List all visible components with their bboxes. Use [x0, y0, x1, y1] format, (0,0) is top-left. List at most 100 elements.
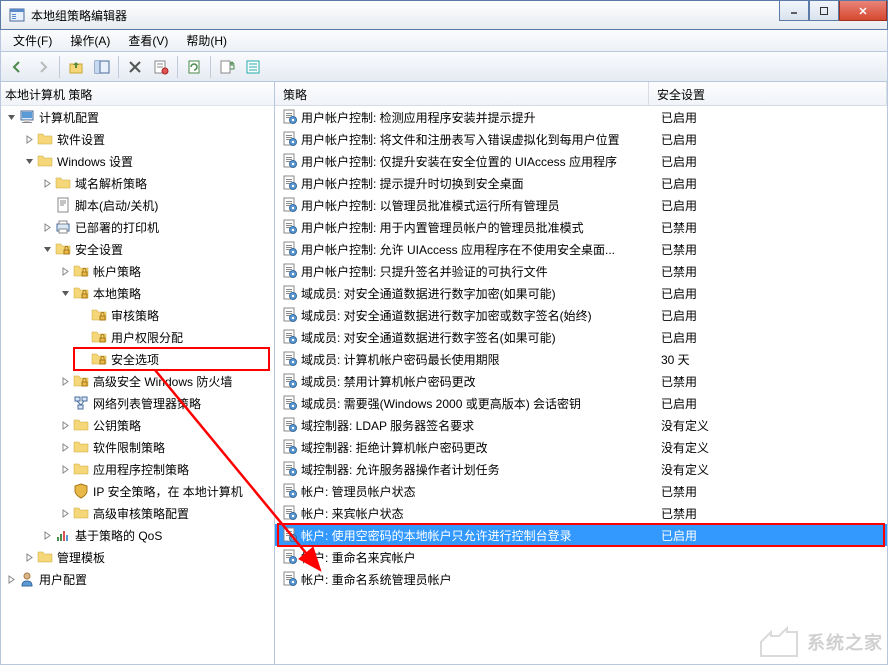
policy-row[interactable]: 用户帐户控制: 允许 UIAccess 应用程序在不使用安全桌面...已禁用 — [275, 238, 887, 260]
tree-firewall[interactable]: 高级安全 Windows 防火墙 — [1, 370, 274, 392]
expand-icon[interactable] — [59, 463, 71, 475]
back-button[interactable] — [5, 55, 29, 79]
menu-action[interactable]: 操作(A) — [62, 30, 118, 51]
tree-ip-security[interactable]: IP 安全策略，在 本地计算机 — [1, 480, 274, 502]
up-level-button[interactable] — [64, 55, 88, 79]
tree-root-header[interactable]: 本地计算机 策略 — [1, 84, 274, 106]
maximize-button[interactable] — [809, 1, 839, 21]
refresh-button[interactable] — [182, 55, 206, 79]
menu-file[interactable]: 文件(F) — [5, 30, 60, 51]
expand-icon[interactable] — [77, 353, 89, 365]
list-pane[interactable]: 策略 安全设置 用户帐户控制: 检测应用程序安装并提示提升已启用用户帐户控制: … — [275, 82, 887, 664]
menu-view[interactable]: 查看(V) — [120, 30, 176, 51]
policy-row[interactable]: 域成员: 需要强(Windows 2000 或更高版本) 会话密钥已启用 — [275, 392, 887, 414]
tree-security-settings[interactable]: 安全设置 — [1, 238, 274, 260]
tree-software-settings[interactable]: 软件设置 — [1, 128, 274, 150]
filter-button[interactable] — [241, 55, 265, 79]
tree-deployed-printers[interactable]: 已部署的打印机 — [1, 216, 274, 238]
policy-row[interactable]: 帐户: 重命名来宾帐户 — [275, 546, 887, 568]
tree-software-restriction[interactable]: 软件限制策略 — [1, 436, 274, 458]
policy-row[interactable]: 域成员: 对安全通道数据进行数字加密或数字签名(始终)已启用 — [275, 304, 887, 326]
policy-row[interactable]: 域控制器: 允许服务器操作者计划任务没有定义 — [275, 458, 887, 480]
tree-app-control[interactable]: 应用程序控制策略 — [1, 458, 274, 480]
tree-item-icon — [55, 197, 71, 213]
tree-item-icon — [73, 461, 89, 477]
tree-user-config[interactable]: 用户配置 — [1, 568, 274, 590]
expand-icon[interactable] — [41, 243, 53, 255]
tree-network-list[interactable]: 网络列表管理器策略 — [1, 392, 274, 414]
policy-row[interactable]: 域成员: 计算机帐户密码最长使用期限30 天 — [275, 348, 887, 370]
expand-icon[interactable] — [59, 507, 71, 519]
expand-icon[interactable] — [59, 419, 71, 431]
policy-row[interactable]: 用户帐户控制: 以管理员批准模式运行所有管理员已启用 — [275, 194, 887, 216]
expand-icon[interactable] — [5, 573, 17, 585]
policy-row[interactable]: 域成员: 对安全通道数据进行数字签名(如果可能)已启用 — [275, 326, 887, 348]
policy-row[interactable]: 域控制器: LDAP 服务器签名要求没有定义 — [275, 414, 887, 436]
policy-icon — [275, 197, 299, 213]
tree-policy-qos[interactable]: 基于策略的 QoS — [1, 524, 274, 546]
expand-icon[interactable] — [77, 309, 89, 321]
tree-pane[interactable]: 本地计算机 策略 计算机配置软件设置Windows 设置域名解析策略脚本(启动/… — [1, 82, 275, 664]
policy-name: 帐户: 重命名来宾帐户 — [299, 549, 653, 566]
tree-item-label: 本地策略 — [93, 285, 141, 302]
tree-windows-settings[interactable]: Windows 设置 — [1, 150, 274, 172]
policy-row[interactable]: 用户帐户控制: 检测应用程序安装并提示提升已启用 — [275, 106, 887, 128]
tree-name-resolution[interactable]: 域名解析策略 — [1, 172, 274, 194]
show-hide-tree-button[interactable] — [90, 55, 114, 79]
expand-icon[interactable] — [23, 133, 35, 145]
policy-icon — [275, 439, 299, 455]
expand-icon[interactable] — [59, 441, 71, 453]
column-header-policy[interactable]: 策略 — [275, 82, 649, 105]
policy-row[interactable]: 域成员: 对安全通道数据进行数字加密(如果可能)已启用 — [275, 282, 887, 304]
tree-audit-policy[interactable]: 审核策略 — [1, 304, 274, 326]
policy-setting: 30 天 — [653, 351, 887, 368]
expand-icon[interactable] — [41, 177, 53, 189]
column-header-setting[interactable]: 安全设置 — [649, 82, 887, 105]
tree-computer-config[interactable]: 计算机配置 — [1, 106, 274, 128]
expand-icon[interactable] — [59, 265, 71, 277]
expand-icon[interactable] — [59, 485, 71, 497]
expand-icon[interactable] — [41, 529, 53, 541]
minimize-button[interactable] — [779, 1, 809, 21]
tree-item-label: 应用程序控制策略 — [93, 461, 189, 478]
policy-row[interactable]: 用户帐户控制: 只提升签名并验证的可执行文件已禁用 — [275, 260, 887, 282]
tree-local-policies[interactable]: 本地策略 — [1, 282, 274, 304]
menu-help[interactable]: 帮助(H) — [178, 30, 235, 51]
forward-button[interactable] — [31, 55, 55, 79]
policy-row[interactable]: 用户帐户控制: 提示提升时切换到安全桌面已启用 — [275, 172, 887, 194]
policy-row[interactable]: 用户帐户控制: 仅提升安装在安全位置的 UIAccess 应用程序已启用 — [275, 150, 887, 172]
policy-row[interactable]: 域控制器: 拒绝计算机帐户密码更改没有定义 — [275, 436, 887, 458]
tree-security-options[interactable]: 安全选项 — [1, 348, 274, 370]
close-button[interactable] — [839, 1, 887, 21]
tree-scripts[interactable]: 脚本(启动/关机) — [1, 194, 274, 216]
tree-item-label: 基于策略的 QoS — [75, 527, 162, 544]
delete-button[interactable] — [123, 55, 147, 79]
tree-admin-templates[interactable]: 管理模板 — [1, 546, 274, 568]
policy-setting: 已禁用 — [653, 373, 887, 390]
tree-advanced-audit[interactable]: 高级审核策略配置 — [1, 502, 274, 524]
policy-row[interactable]: 帐户: 来宾帐户状态已禁用 — [275, 502, 887, 524]
tree-item-icon — [73, 263, 89, 279]
expand-icon[interactable] — [5, 111, 17, 123]
policy-row[interactable]: 帐户: 使用空密码的本地帐户只允许进行控制台登录已启用 — [275, 524, 887, 546]
properties-button[interactable] — [149, 55, 173, 79]
policy-row[interactable]: 用户帐户控制: 用于内置管理员帐户的管理员批准模式已禁用 — [275, 216, 887, 238]
expand-icon[interactable] — [77, 331, 89, 343]
expand-icon[interactable] — [41, 221, 53, 233]
export-list-button[interactable] — [215, 55, 239, 79]
expand-icon[interactable] — [23, 551, 35, 563]
policy-row[interactable]: 帐户: 重命名系统管理员帐户 — [275, 568, 887, 590]
expand-icon[interactable] — [59, 397, 71, 409]
policy-icon — [275, 571, 299, 587]
expand-icon[interactable] — [41, 199, 53, 211]
policy-row[interactable]: 帐户: 管理员帐户状态已禁用 — [275, 480, 887, 502]
tree-user-rights[interactable]: 用户权限分配 — [1, 326, 274, 348]
tree-public-key[interactable]: 公钥策略 — [1, 414, 274, 436]
policy-row[interactable]: 域成员: 禁用计算机帐户密码更改已禁用 — [275, 370, 887, 392]
expand-icon[interactable] — [59, 287, 71, 299]
expand-icon[interactable] — [23, 155, 35, 167]
tree-item-icon — [73, 417, 89, 433]
expand-icon[interactable] — [59, 375, 71, 387]
tree-account-policies[interactable]: 帐户策略 — [1, 260, 274, 282]
policy-row[interactable]: 用户帐户控制: 将文件和注册表写入错误虚拟化到每用户位置已启用 — [275, 128, 887, 150]
